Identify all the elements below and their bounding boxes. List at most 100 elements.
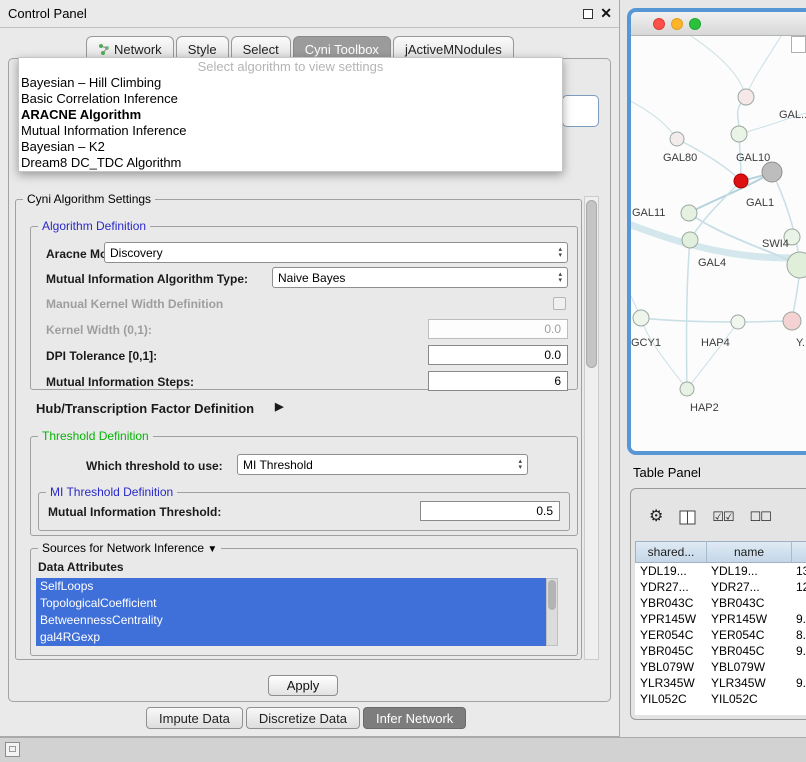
tab-style[interactable]: Style [176, 36, 229, 58]
gear-icon[interactable]: ⚙ [649, 509, 663, 525]
table-row[interactable]: YER054CYER054C8. [635, 627, 806, 643]
tab-select[interactable]: Select [231, 36, 291, 58]
table-toolbar: ⚙ ☑☑ ☐☐ [631, 499, 806, 535]
attributes-scrollbar-thumb[interactable] [548, 580, 556, 610]
table-row[interactable]: YLR345WYLR345W9. [635, 675, 806, 691]
combo-arrows-icon: ▴▾ [558, 247, 562, 258]
float-panel-icon[interactable] [583, 9, 593, 19]
collapse-triangle-icon: ▼ [207, 544, 217, 555]
mi-steps-label: Mutual Information Steps: [46, 375, 194, 389]
sources-group-title[interactable]: Sources for Network Inference ▼ [38, 541, 221, 555]
tab-cyni-toolbox[interactable]: Cyni Toolbox [293, 36, 391, 58]
hub-expand-triangle-icon[interactable]: ▶ [275, 400, 283, 413]
algorithm-option[interactable]: Basic Correlation Inference [19, 91, 562, 107]
apply-button[interactable]: Apply [268, 675, 338, 696]
node-hap2[interactable] [680, 382, 694, 396]
settings-scrollbar[interactable] [584, 196, 599, 660]
node[interactable] [738, 89, 754, 105]
app-root: Control Panel ✕ Network Style Select Cyn… [0, 0, 806, 762]
column-header-partial[interactable] [792, 542, 806, 562]
tab-jactivemnodules[interactable]: jActiveMNodules [393, 36, 514, 58]
cell: YLR345W [635, 676, 706, 690]
network-icon [98, 43, 110, 55]
node-gal1[interactable] [762, 162, 782, 182]
column-header-shared[interactable]: shared... [636, 542, 707, 562]
bottom-tab-bar: Impute Data Discretize Data Infer Networ… [146, 707, 466, 729]
node-label: GAL11 [632, 207, 665, 219]
tab-impute-data-label: Impute Data [159, 711, 230, 726]
network-view-window[interactable]: GAL... GAL80 GAL10 GAL11 GAL1 SWI4 GAL4 … [627, 8, 806, 455]
column-header-name[interactable]: name [707, 542, 792, 562]
node-hap4[interactable] [731, 315, 745, 329]
node-gal10-selected[interactable] [734, 174, 748, 188]
node[interactable] [731, 126, 747, 142]
algorithm-option[interactable]: Bayesian – Hill Climbing [19, 75, 562, 91]
cell: YLR345W [706, 676, 791, 690]
dpi-tolerance-field[interactable]: 0.0 [428, 345, 568, 365]
mi-threshold-definition-title: MI Threshold Definition [46, 485, 177, 499]
close-window-icon[interactable] [653, 18, 665, 30]
network-canvas[interactable]: GAL... GAL80 GAL10 GAL11 GAL1 SWI4 GAL4 … [631, 36, 806, 451]
threshold-definition-title: Threshold Definition [38, 429, 153, 443]
kernel-width-label: Kernel Width (0,1): [46, 323, 152, 337]
table-row[interactable]: YIL052CYIL052C [635, 691, 806, 707]
node-gcy1[interactable] [633, 310, 649, 326]
node-gal80[interactable] [670, 132, 684, 146]
attribute-item-selected[interactable]: BetweennessCentrality [36, 612, 546, 629]
cell: YPR145W [706, 612, 791, 626]
algorithm-dropdown-list: Select algorithm to view settings Bayesi… [18, 57, 563, 172]
mi-steps-field[interactable]: 6 [428, 371, 568, 391]
select-all-icon[interactable]: ☑☑ [712, 509, 733, 525]
table-row[interactable]: YDR27...YDR27...12 [635, 579, 806, 595]
node[interactable] [783, 312, 801, 330]
attribute-item-selected[interactable]: gal4RGexp [36, 629, 546, 646]
restore-panel-icon[interactable] [5, 742, 20, 757]
cell: YBR043C [635, 596, 706, 610]
table-row[interactable]: YDL19...YDL19...13 [635, 563, 806, 579]
attribute-item-selected[interactable]: SelfLoops [36, 578, 546, 595]
control-panel-title: Control Panel [8, 6, 87, 21]
cell: 9. [791, 644, 806, 658]
network-scrollbar-stub[interactable] [791, 36, 806, 53]
tab-network[interactable]: Network [86, 36, 174, 58]
table-row[interactable]: YPR145WYPR145W9. [635, 611, 806, 627]
table-panel-window: ⚙ ☑☑ ☐☐ shared... name YDL19...YDL19...1… [630, 488, 806, 720]
close-panel-icon[interactable]: ✕ [600, 5, 612, 22]
cell: YER054C [706, 628, 791, 642]
tab-impute-data[interactable]: Impute Data [146, 707, 243, 729]
mi-threshold-field[interactable]: 0.5 [420, 501, 560, 521]
mi-type-select[interactable]: Naive Bayes ▴▾ [272, 267, 568, 288]
settings-scrollbar-thumb[interactable] [586, 200, 597, 368]
tab-infer-network[interactable]: Infer Network [363, 707, 466, 729]
show-columns-icon[interactable] [679, 510, 696, 525]
tab-jactivemnodules-label: jActiveMNodules [405, 42, 502, 57]
combo-arrows-icon: ▴▾ [518, 459, 522, 470]
algorithm-option[interactable]: Dream8 DC_TDC Algorithm [19, 155, 562, 171]
table-row[interactable]: YBR045CYBR045C9. [635, 643, 806, 659]
node-gal11[interactable] [681, 205, 697, 221]
attributes-scrollbar[interactable] [546, 578, 558, 646]
zoom-window-icon[interactable] [689, 18, 701, 30]
manual-kernel-checkbox[interactable] [553, 297, 566, 310]
algorithm-option[interactable]: Bayesian – K2 [19, 139, 562, 155]
tab-discretize-data[interactable]: Discretize Data [246, 707, 360, 729]
kernel-width-field[interactable]: 0.0 [428, 319, 568, 339]
table-panel-title: Table Panel [633, 465, 701, 480]
table-row[interactable]: YBL079WYBL079W [635, 659, 806, 675]
table-row[interactable]: YBR043CYBR043C [635, 595, 806, 611]
node-gal4[interactable] [682, 232, 698, 248]
minimize-window-icon[interactable] [671, 18, 683, 30]
deselect-all-icon[interactable]: ☐☐ [750, 509, 771, 525]
table-header-row: shared... name [635, 541, 806, 563]
algorithm-action-button[interactable] [562, 95, 599, 127]
algorithm-option-selected[interactable]: ARACNE Algorithm [19, 107, 562, 123]
attribute-item-selected[interactable]: TopologicalCoefficient [36, 595, 546, 612]
aracne-mode-select[interactable]: Discovery ▴▾ [104, 242, 568, 263]
node-label: Y... [796, 337, 806, 349]
algorithm-option[interactable]: Mutual Information Inference [19, 123, 562, 139]
hub-section-label[interactable]: Hub/Transcription Factor Definition [36, 401, 254, 416]
node-table: shared... name YDL19...YDL19...13 YDR27.… [635, 541, 806, 715]
mi-type-label: Mutual Information Algorithm Type: [46, 272, 248, 286]
node-label: HAP4 [701, 337, 730, 349]
which-threshold-select[interactable]: MI Threshold ▴▾ [237, 454, 528, 475]
